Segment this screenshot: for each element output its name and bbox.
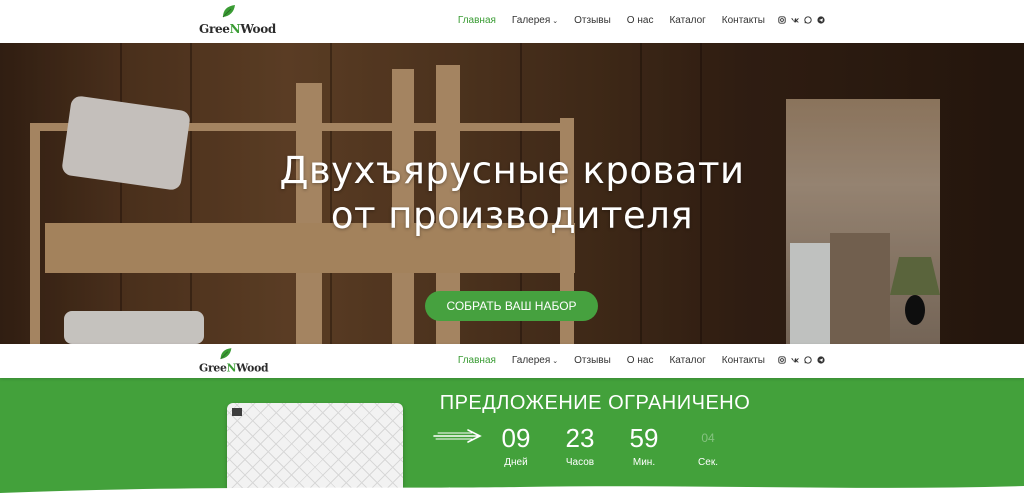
countdown-hours: 23 Часов (550, 423, 610, 468)
logo-text: GreeNWood (199, 361, 269, 375)
telegram-icon[interactable] (817, 16, 825, 24)
countdown-hours-value: 23 (565, 423, 595, 453)
hero-title: Двухъярусные кровати от производителя (0, 148, 1024, 238)
nav-item-gallery[interactable]: Галерея ⌄ (512, 15, 558, 26)
social-links (778, 16, 825, 24)
nav-item-home[interactable]: Главная (458, 15, 496, 26)
nav-item-about[interactable]: О нас (627, 355, 654, 366)
social-links (778, 356, 825, 364)
product-pillow-image (227, 403, 403, 493)
hero-title-line2: от производителя (330, 194, 694, 237)
telegram-icon[interactable] (817, 356, 825, 364)
nav-item-gallery-label: Галерея (511, 15, 551, 26)
nav-item-reviews[interactable]: Отзывы (574, 15, 611, 26)
countdown-minutes-value: 59 (629, 423, 659, 453)
nav-item-gallery[interactable]: Галерея ⌄ (512, 355, 558, 366)
nav-item-gallery-label: Галерея (511, 355, 551, 366)
arrow-right-icon (433, 429, 482, 443)
promo-section: ПРЕДЛОЖЕНИЕ ОГРАНИЧЕНО 09 Дней 23 Часов … (0, 378, 1024, 493)
countdown-seconds-label: Сек. (698, 457, 718, 468)
hero-title-line1: Двухъярусные кровати (279, 149, 745, 192)
build-set-button[interactable]: СОБРАТЬ ВАШ НАБОР (425, 291, 598, 321)
nav-item-about[interactable]: О нас (627, 15, 654, 26)
logo[interactable]: GreeNWood (199, 348, 269, 375)
wave-divider (0, 486, 1024, 493)
instagram-icon[interactable] (778, 16, 786, 24)
nav-item-contacts[interactable]: Контакты (722, 15, 765, 26)
countdown-seconds: 04 Сек. (678, 423, 738, 468)
leaf-logo-icon (222, 5, 235, 18)
countdown-days-label: Дней (504, 457, 528, 468)
countdown-minutes: 59 Мин. (614, 423, 674, 468)
logo[interactable]: GreeNWood (199, 5, 277, 36)
sticky-header: GreeNWood Главная Галерея ⌄ Отзывы О нас … (0, 344, 1024, 378)
vk-icon[interactable] (791, 356, 799, 364)
chevron-down-icon: ⌄ (552, 358, 559, 365)
nav-item-catalog[interactable]: Каталог (669, 15, 705, 26)
promo-title: ПРЕДЛОЖЕНИЕ ОГРАНИЧЕНО (439, 392, 751, 414)
nav-item-contacts[interactable]: Контакты (722, 355, 765, 366)
countdown-minutes-label: Мин. (632, 457, 656, 468)
main-nav: Главная Галерея ⌄ Отзывы О нас Каталог Ко… (442, 355, 765, 366)
countdown-days-value: 09 (501, 423, 531, 453)
nav-item-reviews[interactable]: Отзывы (574, 355, 611, 366)
countdown-days: 09 Дней (486, 423, 546, 468)
logo-text: GreeNWood (199, 22, 277, 36)
pillow-label (232, 408, 242, 416)
chevron-down-icon: ⌄ (552, 18, 559, 25)
site-header: GreeNWood Главная Галерея ⌄ Отзывы О нас … (0, 0, 1024, 43)
instagram-icon[interactable] (778, 356, 786, 364)
nav-item-catalog[interactable]: Каталог (669, 355, 705, 366)
nav-item-home[interactable]: Главная (458, 355, 496, 366)
leaf-logo-icon (220, 348, 232, 360)
whatsapp-icon[interactable] (804, 356, 812, 364)
vk-icon[interactable] (791, 16, 799, 24)
countdown-hours-label: Часов (565, 457, 595, 468)
main-nav: Главная Галерея ⌄ Отзывы О нас Каталог Ко… (442, 15, 765, 26)
whatsapp-icon[interactable] (804, 16, 812, 24)
countdown-seconds-value: 04 (701, 431, 715, 445)
